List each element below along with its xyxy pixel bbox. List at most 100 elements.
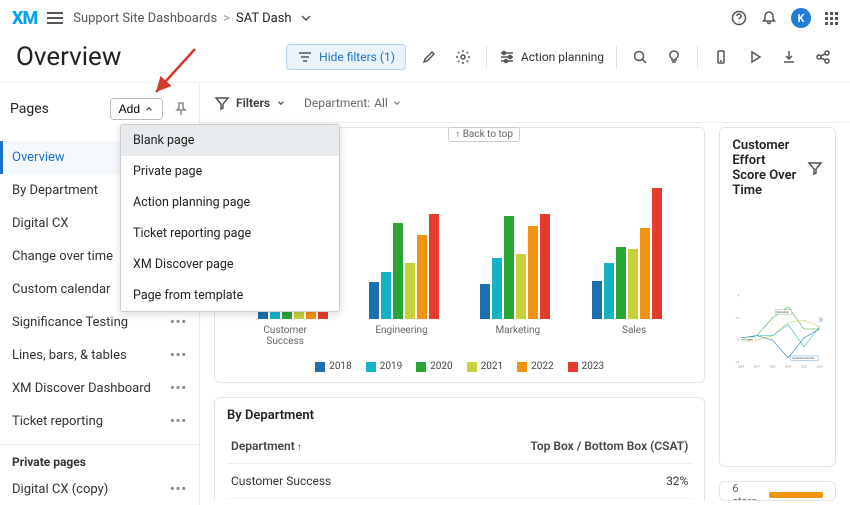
bar-category-label: Customer Success xyxy=(250,325,320,347)
menu-item-ticket-reporting-page[interactable]: Ticket reporting page xyxy=(121,218,339,249)
bar xyxy=(504,216,514,319)
more-icon[interactable]: ••• xyxy=(170,315,187,330)
more-icon[interactable]: ••• xyxy=(170,414,187,429)
effort-title-text: Customer Effort Score Over Time xyxy=(732,138,801,198)
sidebar-item-label: Digital CX xyxy=(12,216,68,231)
line-chart: 2.533.54201820192020202120222023SalesMar… xyxy=(732,208,823,456)
hide-filters-button[interactable]: Hide filters (1) xyxy=(286,44,406,70)
gear-icon[interactable] xyxy=(452,46,474,68)
breadcrumb: Support Site Dashboards > SAT Dash xyxy=(73,10,313,26)
xm-logo[interactable]: XM xyxy=(12,8,37,29)
table-row[interactable]: Customer Success32% xyxy=(227,464,692,499)
stars-bar xyxy=(769,492,823,498)
svg-text:2021: 2021 xyxy=(786,365,792,369)
page-title: Overview xyxy=(16,42,121,72)
sidebar-item-label: Ticket reporting xyxy=(12,414,103,429)
bar xyxy=(480,284,490,319)
legend-item[interactable]: 2019 xyxy=(366,361,402,372)
card-title-effort: Customer Effort Score Over Time xyxy=(732,138,823,198)
menu-item-blank-page[interactable]: Blank page xyxy=(121,125,339,156)
department-filter[interactable]: Department: All xyxy=(304,96,402,110)
bar xyxy=(616,247,626,319)
svg-text:2020: 2020 xyxy=(770,365,777,369)
col-topbox[interactable]: Top Box / Bottom Box (CSAT) xyxy=(411,433,693,464)
top-icons: K xyxy=(731,8,838,28)
bydept-table: Department↑ Top Box / Bottom Box (CSAT) … xyxy=(227,433,692,501)
filters-button[interactable]: Filters xyxy=(214,95,286,111)
share-icon[interactable] xyxy=(812,46,834,68)
legend-item[interactable]: 2020 xyxy=(416,361,452,372)
annotation-arrow xyxy=(150,44,210,104)
legend-item[interactable]: 2021 xyxy=(467,361,503,372)
add-button-label: Add xyxy=(119,102,140,116)
apps-icon[interactable] xyxy=(825,12,838,25)
sidebar-section-private: Private pages xyxy=(0,444,199,473)
effort-card: Customer Effort Score Over Time 2.533.54… xyxy=(719,127,836,467)
chevron-down-icon[interactable] xyxy=(298,10,314,26)
action-planning-button[interactable]: Action planning xyxy=(499,49,604,65)
col-department[interactable]: Department↑ xyxy=(227,433,411,464)
sidebar-item-ticket-reporting[interactable]: Ticket reporting ••• xyxy=(0,405,199,438)
sort-asc-icon: ↑ xyxy=(297,442,302,453)
bar xyxy=(369,282,379,319)
pages-label: Pages xyxy=(10,101,49,117)
svg-text:Engineering: Engineering xyxy=(821,317,823,321)
lightbulb-icon[interactable] xyxy=(663,46,685,68)
svg-text:Sales: Sales xyxy=(747,337,754,341)
hide-filters-label: Hide filters (1) xyxy=(319,50,395,64)
edit-icon[interactable] xyxy=(418,46,440,68)
filter-icon xyxy=(297,49,313,65)
sidebar-item-label: By Department xyxy=(12,183,98,198)
sidebar-item-xm-discover-dashboard[interactable]: XM Discover Dashboard••• xyxy=(0,372,199,405)
bell-icon[interactable] xyxy=(761,10,777,26)
bar xyxy=(393,223,403,319)
action-planning-label: Action planning xyxy=(521,50,604,64)
more-icon[interactable]: ••• xyxy=(170,348,187,363)
sidebar-item-digital-cx-copy[interactable]: Digital CX (copy) ••• xyxy=(0,473,199,505)
avatar[interactable]: K xyxy=(791,8,811,28)
menu-item-page-from-template[interactable]: Page from template xyxy=(121,280,339,311)
breadcrumb-parent[interactable]: Support Site Dashboards xyxy=(73,11,217,26)
funnel-icon[interactable] xyxy=(807,160,823,176)
department-value: All xyxy=(374,96,388,110)
bar xyxy=(492,258,502,319)
help-icon[interactable] xyxy=(731,10,747,26)
menu-item-private-page[interactable]: Private page xyxy=(121,156,339,187)
topbar: XM Support Site Dashboards > SAT Dash K xyxy=(0,0,850,36)
legend-item[interactable]: 2018 xyxy=(315,361,351,372)
breadcrumb-current[interactable]: SAT Dash xyxy=(236,11,292,26)
mobile-icon[interactable] xyxy=(710,46,732,68)
legend-item[interactable]: 2023 xyxy=(568,361,604,372)
search-icon[interactable] xyxy=(629,46,651,68)
svg-text:4: 4 xyxy=(738,294,740,298)
sidebar-item-label: Digital CX (copy) xyxy=(12,482,108,497)
bar xyxy=(528,226,538,319)
legend-item[interactable]: 2022 xyxy=(517,361,553,372)
bar xyxy=(417,235,427,319)
menu-item-xm-discover-page[interactable]: XM Discover page xyxy=(121,249,339,280)
funnel-icon xyxy=(214,95,230,111)
svg-text:2018: 2018 xyxy=(738,365,745,369)
bar-group xyxy=(369,214,439,319)
download-icon[interactable] xyxy=(778,46,800,68)
sliders-icon xyxy=(499,49,515,65)
sidebar-item-lines-bars-tables[interactable]: Lines, bars, & tables••• xyxy=(0,339,199,372)
more-icon[interactable]: ••• xyxy=(170,381,187,396)
bar-category-label: Engineering xyxy=(366,325,436,347)
bar xyxy=(405,263,415,319)
toolbar: Hide filters (1) Action planning xyxy=(286,44,834,70)
bar-legend: 2018 2019 2020 2021 2022 2023 xyxy=(227,361,692,372)
filters-label: Filters xyxy=(236,96,270,110)
svg-text:3: 3 xyxy=(738,338,740,342)
bar xyxy=(652,188,662,319)
sidebar-item-label: Significance Testing xyxy=(12,315,128,330)
hamburger-icon[interactable] xyxy=(47,12,63,24)
titlerow: Overview Hide filters (1) Action plannin… xyxy=(0,36,850,82)
more-icon[interactable]: ••• xyxy=(170,482,187,497)
sidebar-item-label: Custom calendar xyxy=(12,282,110,297)
back-to-top-button[interactable]: ↑ Back to top xyxy=(448,127,520,142)
play-icon[interactable] xyxy=(744,46,766,68)
bar xyxy=(540,214,550,319)
menu-item-action-planning-page[interactable]: Action planning page xyxy=(121,187,339,218)
by-department-card: By Department Department↑ Top Box / Bott… xyxy=(214,397,705,501)
